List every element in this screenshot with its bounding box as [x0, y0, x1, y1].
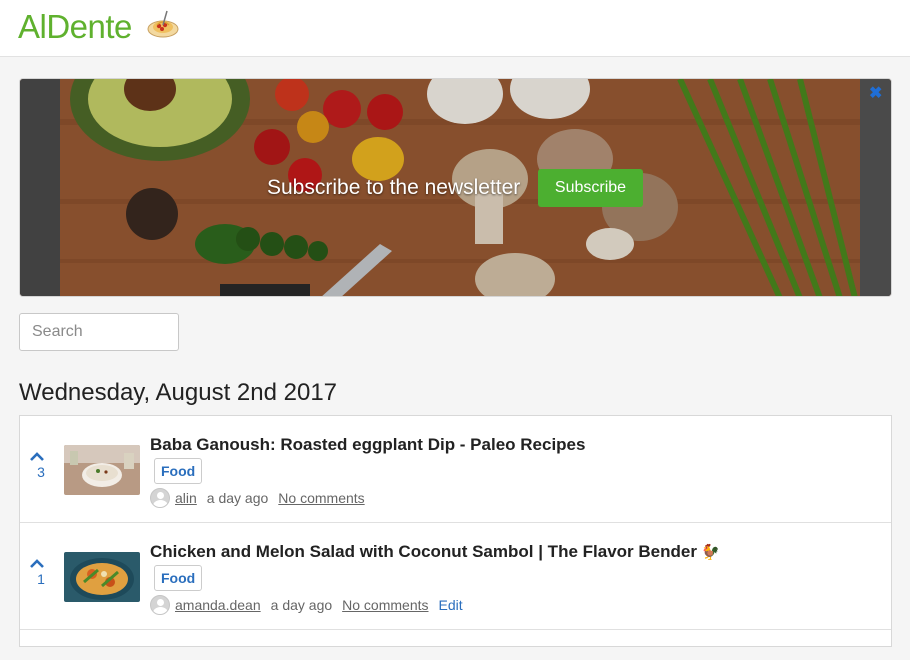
post-meta: alin a day ago No comments: [150, 488, 365, 508]
post-title[interactable]: Chicken and Melon Salad with Coconut Sam…: [150, 542, 720, 562]
comments-link[interactable]: No comments: [342, 597, 428, 613]
spaghetti-plate-icon: [147, 10, 179, 38]
author-link[interactable]: alin: [175, 490, 197, 506]
date-heading: Wednesday, August 2nd 2017: [19, 379, 338, 406]
close-icon[interactable]: ✖: [869, 86, 883, 102]
newsletter-banner: Subscribe to the newsletter Subscribe ✖: [19, 78, 892, 297]
upvote-icon[interactable]: [30, 450, 44, 462]
post-title-text: Chicken and Melon Salad with Coconut Sam…: [150, 542, 697, 561]
chicken-icon: 🐓: [700, 544, 720, 561]
vote-count: 3: [37, 464, 45, 480]
post-time: a day ago: [206, 490, 269, 506]
post-list: 3 Baba Ganoush: Roasted eggplant Dip - P…: [19, 415, 892, 647]
logo-text[interactable]: AlDente: [18, 8, 132, 46]
post-meta: amanda.dean a day ago No comments Edit: [150, 595, 463, 615]
vote-widget: 1: [30, 557, 52, 587]
author-link[interactable]: amanda.dean: [175, 597, 261, 613]
vote-count: 1: [37, 571, 45, 587]
tag-badge[interactable]: Food: [154, 458, 203, 484]
post-time: a day ago: [270, 597, 333, 613]
top-bar: AlDente: [0, 0, 910, 57]
upvote-icon[interactable]: [30, 557, 44, 569]
avatar[interactable]: [150, 488, 170, 508]
vote-widget: 3: [30, 450, 52, 480]
post-title[interactable]: Baba Ganoush: Roasted eggplant Dip - Pal…: [150, 435, 585, 455]
post-thumbnail[interactable]: [64, 445, 140, 495]
newsletter-text: Subscribe to the newsletter: [267, 176, 521, 199]
edit-link[interactable]: Edit: [439, 597, 463, 613]
list-item: 1 Chicken and Melon Salad with Coconut S…: [20, 523, 891, 630]
list-item: 3 Baba Ganoush: Roasted eggplant Dip - P…: [20, 416, 891, 523]
comments-link[interactable]: No comments: [278, 490, 364, 506]
search-input[interactable]: [19, 313, 179, 351]
tag-badge[interactable]: Food: [154, 565, 203, 591]
post-thumbnail[interactable]: [64, 552, 140, 602]
avatar[interactable]: [150, 595, 170, 615]
subscribe-button[interactable]: Subscribe: [538, 169, 643, 207]
